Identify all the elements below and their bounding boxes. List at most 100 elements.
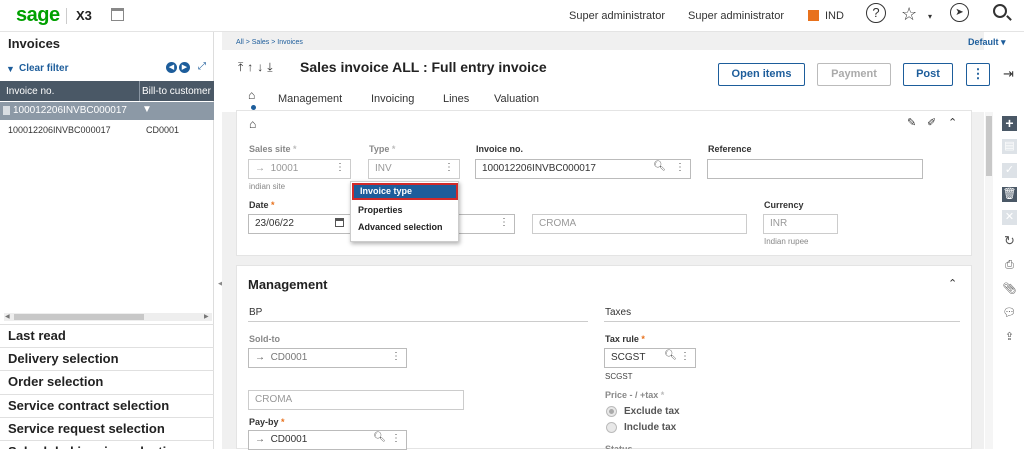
row-selector-icon[interactable] xyxy=(3,106,10,115)
user-role[interactable]: Super administrator xyxy=(569,10,665,22)
pay-by-field[interactable]: → CD0001 🔍︎ ⋮ xyxy=(248,430,407,450)
sage-logo[interactable]: sage xyxy=(16,4,60,27)
attachment-icon[interactable]: 📎︎ xyxy=(1002,282,1017,297)
more-icon[interactable]: ⋮ xyxy=(499,217,509,228)
print-icon[interactable]: ⎙ xyxy=(1002,258,1017,273)
clear-filter-link[interactable]: Clear filter xyxy=(19,63,68,74)
scroll-left-icon[interactable]: ◀ xyxy=(5,313,10,320)
copy-icon[interactable]: ▤ xyxy=(1002,139,1017,154)
folder-name[interactable]: IND xyxy=(825,10,844,22)
sold-to-name-field: CROMA xyxy=(248,390,464,410)
column-header-bill-to-customer[interactable]: Bill-to customer xyxy=(142,86,214,97)
reference-label: Reference xyxy=(708,144,752,154)
more-icon[interactable]: ⋮ xyxy=(680,351,690,362)
sales-site-value: 10001 xyxy=(270,163,299,174)
cancel-icon[interactable]: ✕ xyxy=(1002,210,1017,225)
edit-icon[interactable]: ✐ xyxy=(927,116,936,129)
open-items-button[interactable]: Open items xyxy=(718,63,805,86)
table-cell[interactable]: 100012206INVBC000017 xyxy=(13,105,147,116)
refresh-icon[interactable]: ↻ xyxy=(1002,233,1017,248)
pin-icon[interactable]: ✎ xyxy=(907,116,916,129)
more-icon[interactable]: ⋮ xyxy=(675,162,685,173)
breadcrumb[interactable]: All > Sales > Invoices xyxy=(236,39,303,46)
price-tax-label: Price - / +tax * xyxy=(605,390,665,400)
calendar-icon[interactable] xyxy=(335,218,344,227)
menu-item-advanced-selection[interactable]: Advanced selection xyxy=(352,219,458,236)
scrollbar-thumb[interactable] xyxy=(986,116,992,176)
table-cell[interactable]: CD0001 xyxy=(146,125,179,135)
comment-icon[interactable]: 💬︎ xyxy=(1002,306,1017,321)
payment-button[interactable]: Payment xyxy=(817,63,891,86)
column-header-invoice-no[interactable]: Invoice no. xyxy=(6,86,54,97)
exit-icon[interactable]: ⇥ xyxy=(1003,66,1014,82)
reference-field[interactable] xyxy=(707,159,923,179)
section-service-contract-selection[interactable]: Service contract selection xyxy=(0,394,214,417)
more-actions-button[interactable]: ⋮ xyxy=(966,63,990,86)
section-service-request-selection[interactable]: Service request selection xyxy=(0,417,214,440)
share-icon[interactable]: ⇪ xyxy=(1002,330,1017,345)
post-button[interactable]: Post xyxy=(903,63,953,86)
user-name[interactable]: Super administrator xyxy=(688,10,784,22)
arrow-right-icon[interactable]: → xyxy=(255,163,265,174)
exclude-tax-label[interactable]: Exclude tax xyxy=(624,406,680,417)
save-icon[interactable]: ✓ xyxy=(1002,163,1017,178)
section-last-read[interactable]: Last read xyxy=(0,324,214,347)
type-field[interactable]: INV ⋮ xyxy=(368,159,460,179)
calendar-icon[interactable] xyxy=(111,8,124,21)
scrollbar-thumb[interactable] xyxy=(14,314,144,320)
record-navigation-icons[interactable]: ⤒↑↓⤓ xyxy=(238,60,277,75)
more-icon[interactable]: ⋮ xyxy=(391,351,401,362)
menu-item-properties[interactable]: Properties xyxy=(352,202,458,219)
default-selector[interactable]: Default ▾ xyxy=(968,37,1006,48)
tax-rule-field[interactable]: SCGST 🔍︎ ⋮ xyxy=(604,348,696,368)
collapse-icon[interactable]: ⌃ xyxy=(948,277,957,290)
chevron-down-icon[interactable]: ▾ xyxy=(928,12,932,21)
search-icon[interactable]: 🔍︎ xyxy=(664,350,677,361)
include-tax-radio[interactable] xyxy=(606,422,617,433)
column-separator[interactable] xyxy=(139,81,140,101)
date-value: 23/06/22 xyxy=(255,218,294,229)
tab-management[interactable]: Management xyxy=(278,93,342,105)
sales-site-field[interactable]: → 10001 ⋮ xyxy=(248,159,351,179)
filter-icon[interactable]: ▼ xyxy=(6,64,15,74)
folder-color-square xyxy=(808,10,819,21)
help-icon[interactable]: ? xyxy=(866,3,886,23)
section-delivery-selection[interactable]: Delivery selection xyxy=(0,347,214,370)
delete-icon[interactable]: 🗑︎ xyxy=(1002,187,1017,202)
star-icon[interactable]: ☆ xyxy=(901,4,917,25)
search-icon[interactable]: 🔍︎ xyxy=(653,161,666,172)
default-label[interactable]: Default xyxy=(968,37,999,47)
section-order-selection[interactable]: Order selection xyxy=(0,370,214,393)
home-tab-icon[interactable]: ⌂ xyxy=(248,88,255,102)
header-section-card xyxy=(236,110,972,256)
tab-valuation[interactable]: Valuation xyxy=(494,93,539,105)
include-tax-label[interactable]: Include tax xyxy=(624,422,676,433)
more-icon[interactable]: ⋮ xyxy=(444,162,454,173)
tax-rule-description: SCGST xyxy=(605,372,633,381)
filter-icon[interactable]: ▼ xyxy=(142,104,152,115)
tab-lines[interactable]: Lines xyxy=(443,93,469,105)
section-scheduled-invoice-selection[interactable]: Scheduled invoice selection xyxy=(0,440,214,449)
table-cell[interactable]: 100012206INVBC000017 xyxy=(8,125,111,135)
date-field[interactable]: 23/06/22 xyxy=(248,214,351,234)
compass-icon[interactable]: ➤ xyxy=(950,3,969,22)
arrow-right-icon[interactable]: → xyxy=(255,434,265,445)
menu-item-invoice-type[interactable]: Invoice type xyxy=(352,183,458,200)
more-icon[interactable]: ⋮ xyxy=(335,162,345,173)
next-icon[interactable]: ▶ xyxy=(179,62,190,73)
more-icon[interactable]: ⋮ xyxy=(391,433,401,444)
scroll-right-icon[interactable]: ▶ xyxy=(204,313,209,320)
arrow-right-icon[interactable]: → xyxy=(255,352,265,363)
collapse-icon[interactable]: ⌃ xyxy=(948,116,957,129)
tab-invoicing[interactable]: Invoicing xyxy=(371,93,414,105)
page-title: Sales invoice ALL : Full entry invoice xyxy=(300,59,547,75)
management-section-title: Management xyxy=(248,277,328,292)
currency-field[interactable]: INR xyxy=(763,214,838,234)
expand-icon[interactable]: ⤢ xyxy=(198,61,206,72)
sold-to-field[interactable]: → CD0001 ⋮ xyxy=(248,348,407,368)
search-icon[interactable]: 🔍︎ xyxy=(373,432,386,443)
invoice-no-value: 100012206INVBC000017 xyxy=(482,163,596,174)
previous-icon[interactable]: ◀ xyxy=(166,62,177,73)
invoice-no-field[interactable]: 100012206INVBC000017 🔍︎ ⋮ xyxy=(475,159,691,179)
add-icon[interactable]: + xyxy=(1002,116,1017,131)
